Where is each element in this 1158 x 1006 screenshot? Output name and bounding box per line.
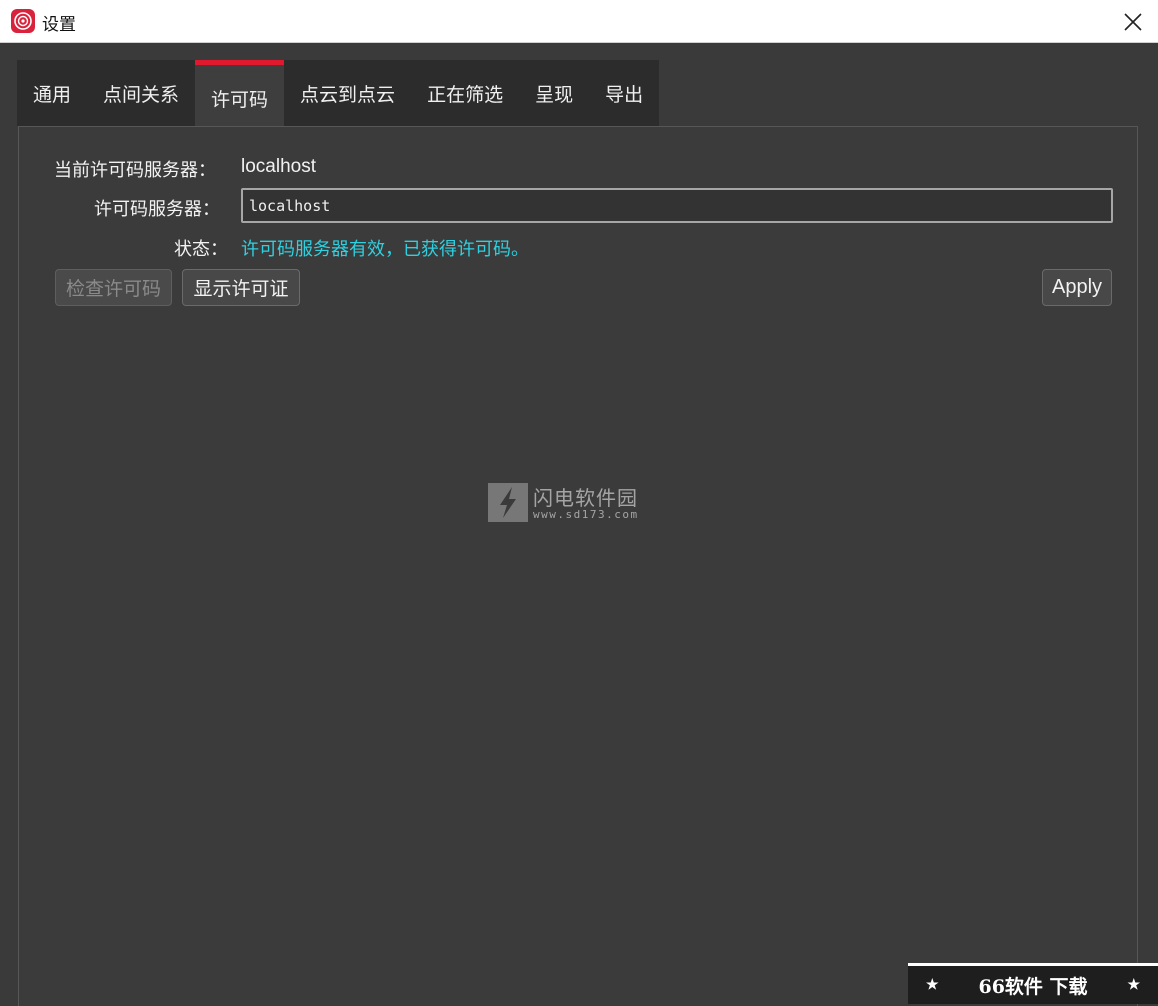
license-server-input[interactable]: [241, 188, 1113, 223]
close-icon: [1124, 12, 1142, 31]
tab-rendering[interactable]: 呈现: [519, 60, 589, 126]
close-button[interactable]: [1108, 0, 1158, 43]
tab-general[interactable]: 通用: [17, 60, 87, 126]
tab-bar: 通用 点间关系 许可码 点云到点云 正在筛选 呈现 导出: [17, 60, 660, 126]
tab-point-relations[interactable]: 点间关系: [87, 60, 195, 126]
apply-button[interactable]: Apply: [1042, 269, 1112, 306]
status-label: 状态：: [174, 239, 228, 260]
star-icon: ★: [1127, 977, 1140, 993]
watermark-title: 闪电软件园: [533, 486, 638, 510]
status-message: 许可码服务器有效，已获得许可码。: [241, 239, 529, 260]
watermark-url: www.sd173.com: [533, 508, 639, 521]
tab-export[interactable]: 导出: [589, 60, 659, 126]
badge-text: 66软件 下载: [978, 975, 1088, 998]
current-server-value: localhost: [241, 156, 316, 177]
check-license-button[interactable]: 检查许可码: [55, 269, 172, 306]
tab-cloud-to-cloud[interactable]: 点云到点云: [284, 60, 411, 126]
license-panel: 当前许可码服务器： localhost 许可码服务器： 状态： 许可码服务器有效…: [18, 126, 1138, 1006]
app-logo-icon: [11, 9, 35, 33]
watermark: 闪电软件园 www.sd173.com: [488, 483, 658, 523]
settings-window-body: 通用 点间关系 许可码 点云到点云 正在筛选 呈现 导出 当前许可码服务器： l…: [0, 43, 1158, 1006]
current-server-label: 当前许可码服务器：: [54, 160, 216, 181]
download-site-badge: ★ 66软件 下载 ★: [908, 963, 1158, 1004]
lightning-logo-icon: [488, 483, 528, 522]
show-license-button[interactable]: 显示许可证: [182, 269, 300, 306]
tab-license[interactable]: 许可码: [195, 60, 285, 126]
server-label: 许可码服务器：: [94, 199, 220, 220]
title-bar: 设置: [0, 0, 1158, 43]
window-title: 设置: [42, 15, 76, 35]
tab-filtering[interactable]: 正在筛选: [411, 60, 519, 126]
star-icon: ★: [926, 977, 939, 993]
